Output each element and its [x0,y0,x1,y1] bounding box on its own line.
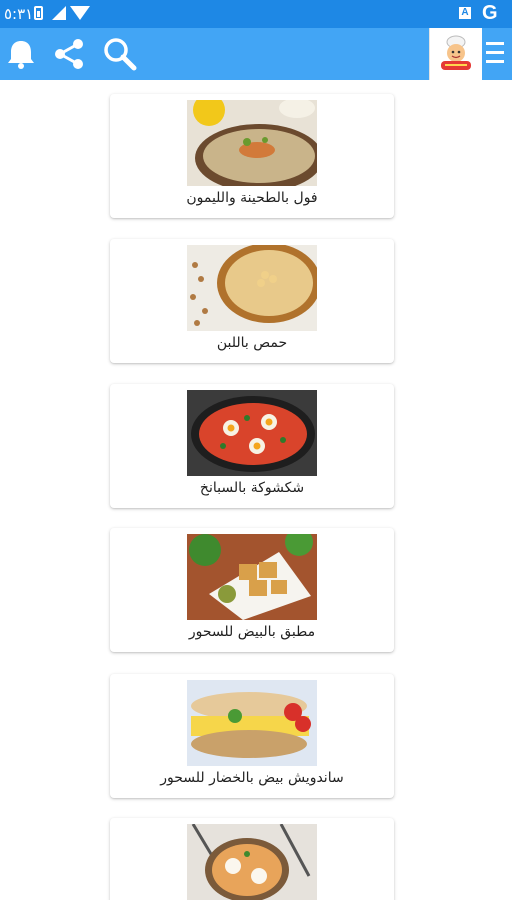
recipe-card[interactable]: مطبق بالبيض للسحور [110,528,394,652]
recipe-title: ساندويش بيض بالخضار للسحور [160,770,344,786]
recipe-title: شكشوكة بالسبانخ [199,480,305,496]
menu-icon[interactable] [486,42,504,64]
app-toolbar [0,28,512,80]
recipe-card[interactable]: شكشوكة بالسبانخ [110,384,394,508]
recipe-card[interactable]: حمص باللبن [110,239,394,363]
signal-icon [52,6,66,20]
egg-mutabbaq-photo [187,534,317,620]
app-logo[interactable] [429,28,482,80]
google-icon: G [482,2,498,24]
status-time: ٥:٣١ [4,5,34,23]
shakshuka-spinach-photo [187,390,317,476]
recipe-title: فول بالطحينة والليمون [186,190,318,206]
hummus-yogurt-photo [187,245,317,331]
recipe-list: فول بالطحينة والليمون حمص باللبن شكشوكة … [0,80,512,900]
recipe-title: حمص باللبن [216,335,288,351]
fava-beans-tahini-photo [187,100,317,186]
egg-soup-bowl-photo [187,824,317,900]
egg-veg-sandwich-photo [187,680,317,766]
recipe-title: مطبق بالبيض للسحور [188,624,316,640]
share-icon[interactable] [51,36,87,72]
battery-icon [34,6,43,20]
wifi-icon [70,6,90,20]
recipe-card[interactable]: فول بالطحينة والليمون [110,94,394,218]
recipe-card[interactable] [110,818,394,900]
bell-icon[interactable] [3,36,39,72]
recipe-card[interactable]: ساندويش بيض بالخضار للسحور [110,674,394,798]
status-bar: ٥:٣١ A G [0,0,512,28]
search-icon[interactable] [102,36,138,72]
accessibility-a-icon: A [459,7,471,19]
